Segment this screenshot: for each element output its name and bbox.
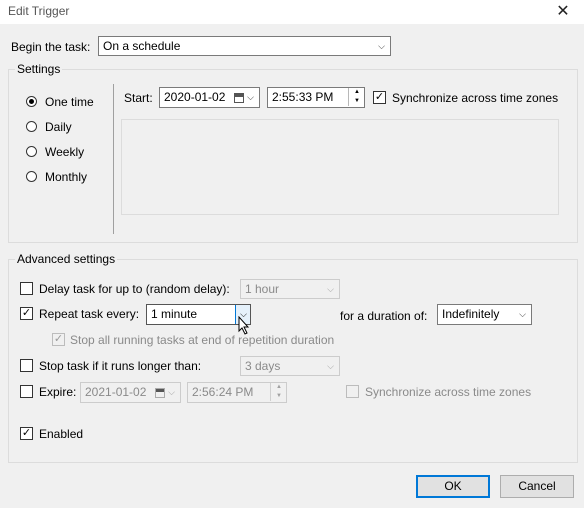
chevron-down-icon: ⌵	[327, 361, 334, 371]
settings-divider	[113, 84, 114, 234]
window-title: Edit Trigger	[8, 4, 70, 18]
stop-longer-label: Stop task if it runs longer than:	[39, 359, 202, 373]
schedule-detail-panel	[121, 119, 559, 215]
stop-running-checkbox[interactable]: ✓	[52, 333, 65, 346]
title-bar	[0, 0, 584, 24]
start-time-spinner[interactable]: ▲ ▼	[348, 88, 364, 106]
cancel-button[interactable]: Cancel	[500, 475, 574, 498]
expire-label: Expire:	[39, 385, 77, 399]
delay-task-checkbox[interactable]	[20, 282, 33, 295]
begin-task-dropdown[interactable]: On a schedule ⌵	[98, 36, 391, 56]
delay-task-label: Delay task for up to (random delay):	[39, 282, 230, 296]
radio-weekly-label: Weekly	[45, 145, 85, 159]
stop-longer-dropdown[interactable]: 3 days ⌵	[240, 356, 340, 376]
expire-time-spinner[interactable]: ▲ ▼	[270, 383, 286, 401]
expire-sync-checkbox[interactable]	[346, 385, 359, 398]
begin-task-label: Begin the task:	[11, 40, 91, 54]
radio-monthly-label: Monthly	[45, 170, 88, 184]
settings-legend: Settings	[15, 62, 63, 76]
chevron-down-icon: ⌵	[247, 92, 254, 102]
spin-down-icon[interactable]: ▼	[349, 97, 364, 106]
chevron-down-icon: ⌵	[378, 41, 385, 51]
ok-button[interactable]: OK	[416, 475, 490, 498]
duration-value: Indefinitely	[442, 307, 500, 321]
stop-running-label: Stop all running tasks at end of repetit…	[70, 333, 335, 347]
repeat-task-label: Repeat task every:	[39, 307, 140, 321]
spin-up-icon[interactable]: ▲	[271, 383, 286, 392]
delay-dropdown[interactable]: 1 hour ⌵	[240, 279, 340, 299]
stop-longer-value: 3 days	[245, 359, 281, 373]
calendar-icon	[234, 93, 244, 103]
sync-timezones-checkbox[interactable]: ✓	[373, 91, 386, 104]
duration-label: for a duration of:	[340, 309, 428, 323]
close-icon[interactable]: ✕	[553, 2, 573, 22]
chevron-down-icon: ⌵	[327, 284, 334, 294]
start-label: Start:	[124, 91, 153, 105]
radio-weekly[interactable]	[26, 146, 37, 157]
expire-sync-label: Synchronize across time zones	[365, 385, 532, 399]
radio-daily-label: Daily	[45, 120, 72, 134]
spin-down-icon[interactable]: ▼	[271, 392, 286, 401]
stop-longer-checkbox[interactable]	[20, 359, 33, 372]
duration-dropdown[interactable]: Indefinitely ⌵	[437, 304, 532, 325]
repeat-interval-dropdown[interactable]: 1 minute ⌵	[146, 304, 251, 325]
chevron-down-icon: ⌵	[519, 309, 526, 319]
sync-timezones-label: Synchronize across time zones	[392, 91, 559, 105]
radio-monthly[interactable]	[26, 171, 37, 182]
repeat-interval-value: 1 minute	[151, 307, 198, 321]
begin-task-value: On a schedule	[103, 39, 181, 53]
spin-up-icon[interactable]: ▲	[349, 88, 364, 97]
repeat-task-checkbox[interactable]: ✓	[20, 307, 33, 320]
radio-daily[interactable]	[26, 121, 37, 132]
expire-date-picker[interactable]: 2021-01-02 ⌵	[80, 382, 181, 403]
enabled-checkbox[interactable]: ✓	[20, 427, 33, 440]
delay-value: 1 hour	[245, 282, 280, 296]
expire-time-value: 2:56:24 PM	[192, 385, 254, 399]
start-time-value: 2:55:33 PM	[272, 90, 334, 104]
start-date-value: 2020-01-02	[164, 90, 226, 104]
chevron-down-icon: ⌵	[168, 387, 175, 397]
expire-time-field[interactable]: 2:56:24 PM ▲ ▼	[187, 382, 287, 403]
calendar-icon	[155, 388, 165, 398]
enabled-label: Enabled	[39, 427, 84, 441]
radio-one-time-label: One time	[45, 95, 94, 109]
start-date-picker[interactable]: 2020-01-02 ⌵	[159, 87, 260, 108]
advanced-settings-legend: Advanced settings	[15, 252, 118, 266]
expire-checkbox[interactable]	[20, 385, 33, 398]
start-time-field[interactable]: 2:55:33 PM ▲ ▼	[267, 87, 365, 108]
expire-date-value: 2021-01-02	[85, 385, 147, 399]
radio-one-time[interactable]	[26, 96, 37, 107]
